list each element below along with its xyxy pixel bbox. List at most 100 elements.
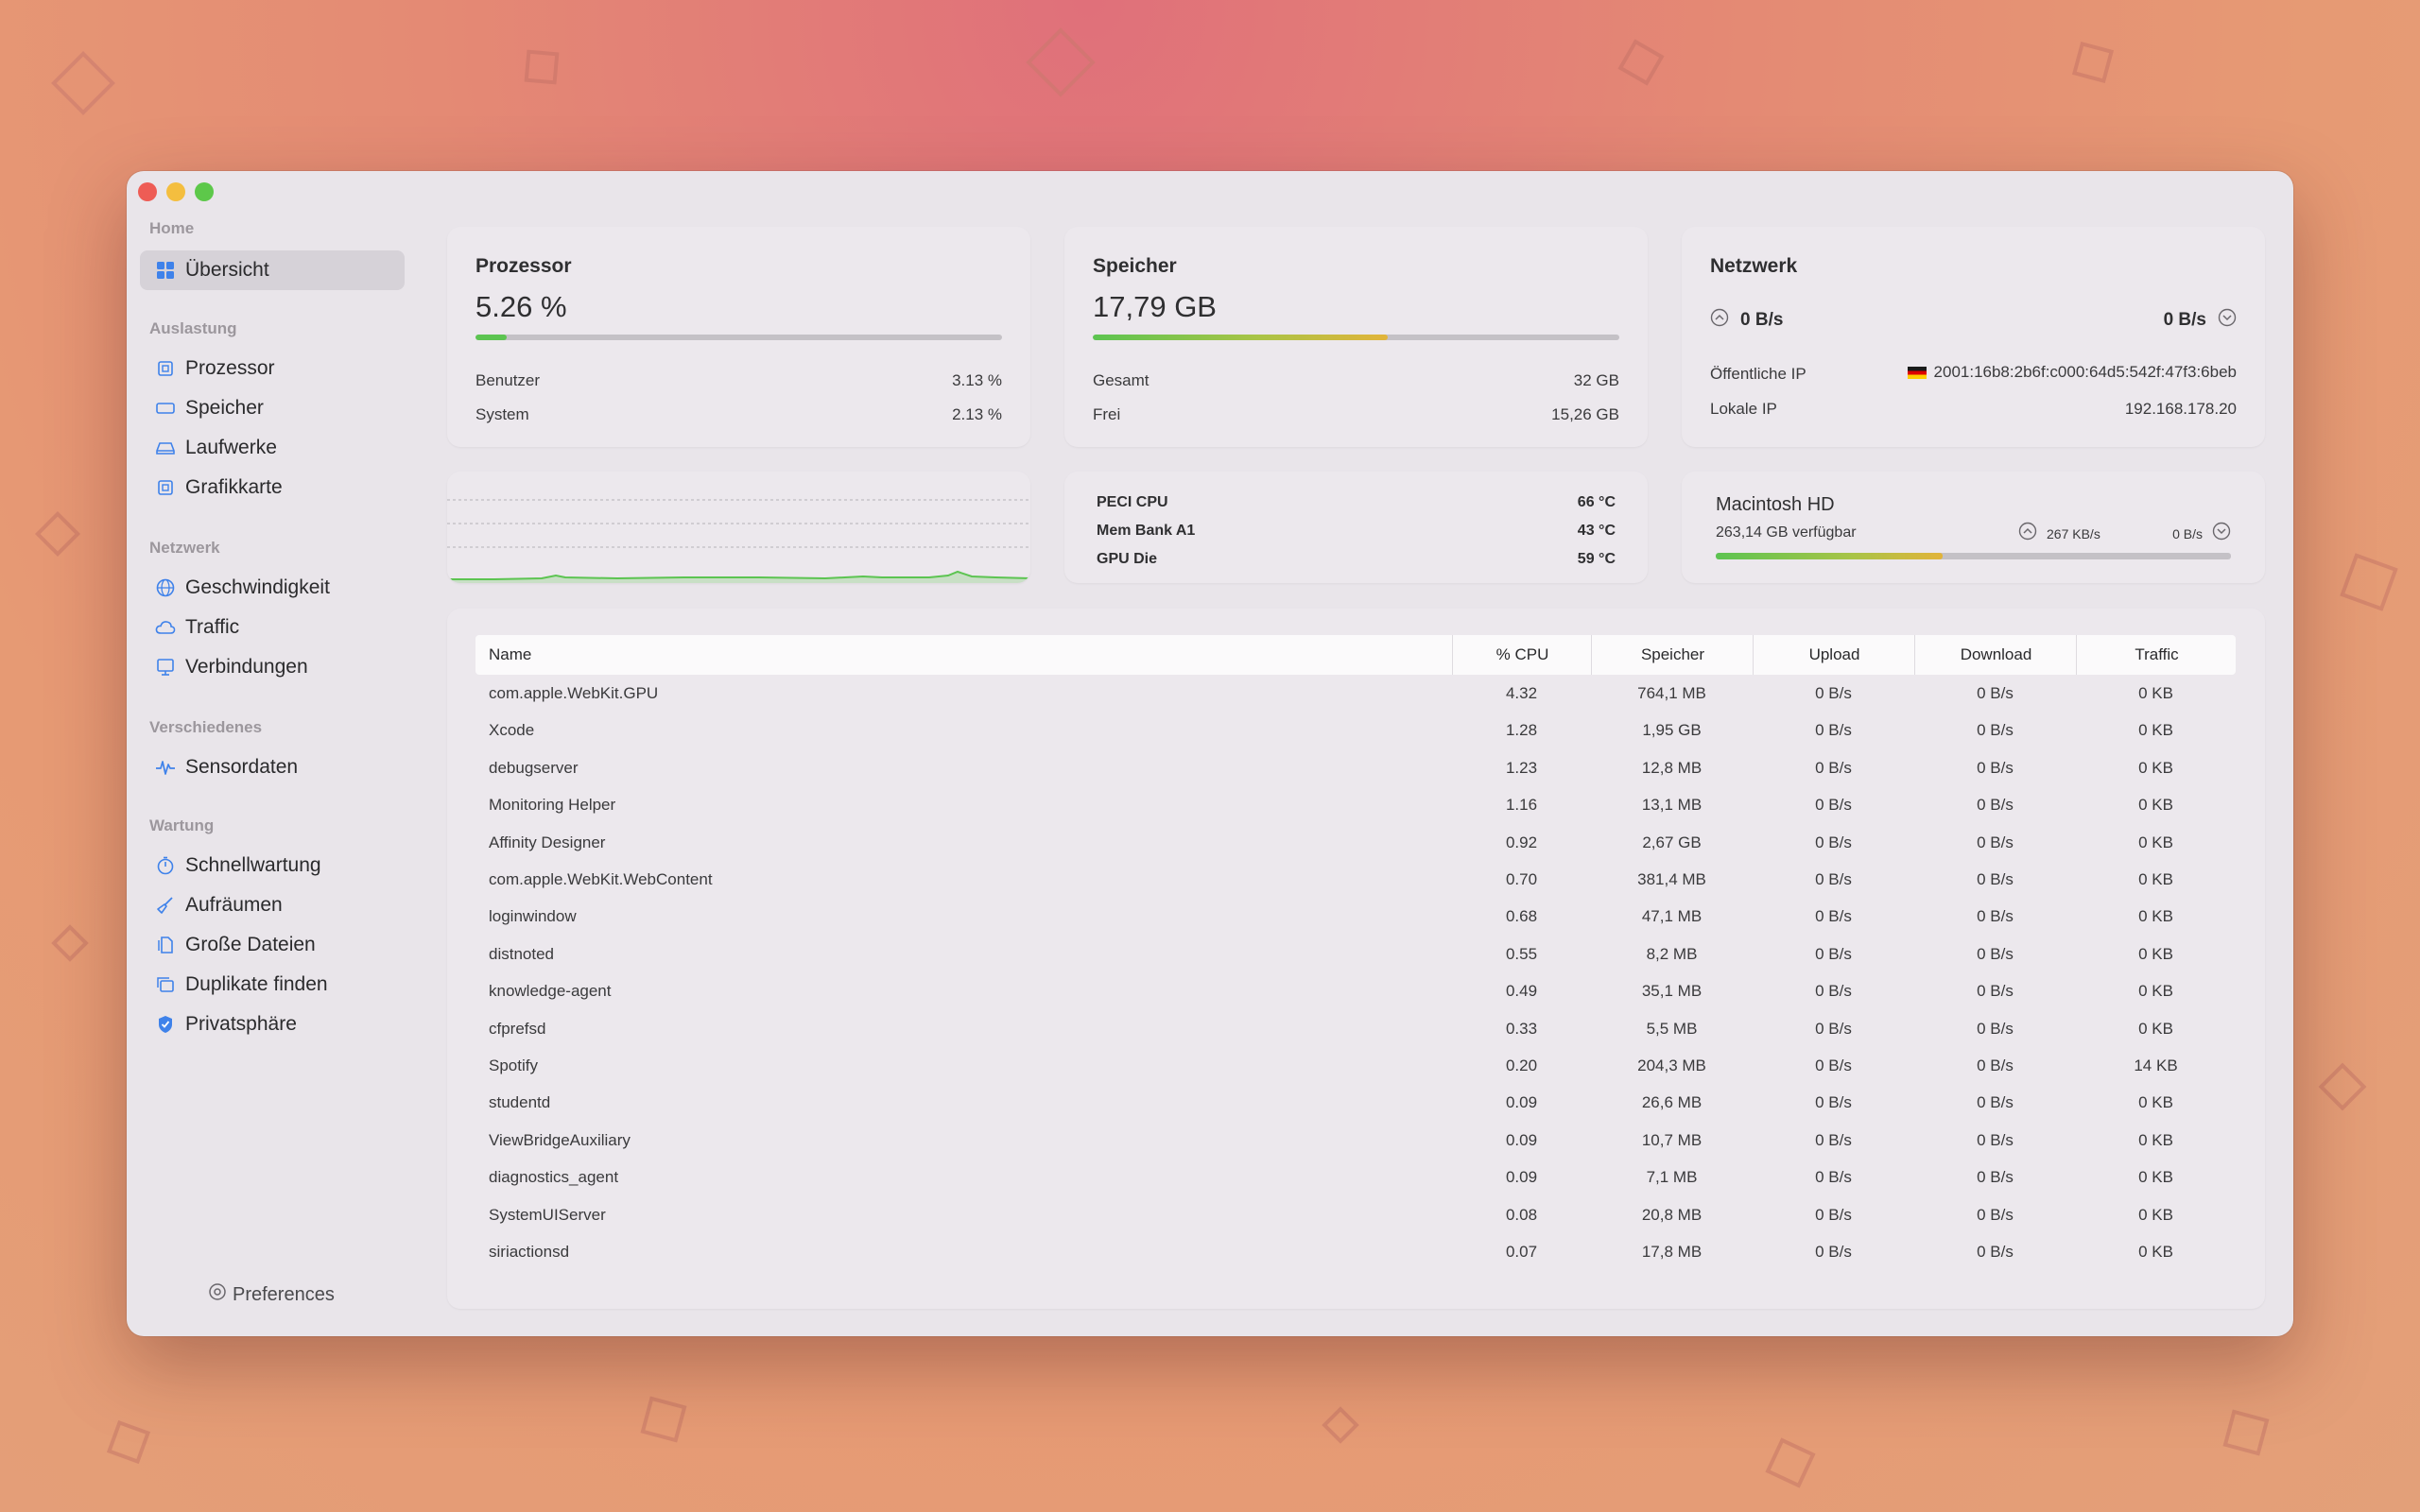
process-memory: 13,1 MB — [1641, 796, 1703, 815]
local-ip-label: Lokale IP — [1710, 400, 1777, 418]
cpu-usage-fill — [475, 335, 508, 340]
process-download: 0 B/s — [1977, 907, 2014, 926]
column-header-memory[interactable]: Speicher — [1591, 635, 1754, 675]
sensor-value: 43 °C — [1577, 523, 1616, 539]
process-name: knowledge-agent — [489, 982, 612, 1001]
background-diamond — [1617, 39, 1665, 86]
arrow-up-circle-icon — [2018, 522, 2037, 545]
sidebar-item-sensordaten[interactable]: Sensordaten — [140, 747, 405, 787]
table-row[interactable]: knowledge-agent 0.49 35,1 MB 0 B/s 0 B/s 0 KB — [475, 972, 2236, 1009]
process-memory: 5,5 MB — [1646, 1019, 1698, 1038]
sidebar-item-traffic[interactable]: Traffic — [140, 608, 405, 647]
sidebar-item-geschwindigkeit[interactable]: Geschwindigkeit — [140, 568, 405, 608]
process-memory: 1,95 GB — [1642, 721, 1702, 740]
arrow-up-circle-icon — [1710, 308, 1729, 332]
sidebar-item-speicher[interactable]: Speicher — [140, 388, 405, 428]
table-row[interactable]: Spotify 0.20 204,3 MB 0 B/s 0 B/s 14 KB — [475, 1047, 2236, 1084]
sidebar-item-grafikkarte[interactable]: Grafikkarte — [140, 468, 405, 507]
table-row[interactable]: com.apple.WebKit.GPU 4.32 764,1 MB 0 B/s 0 B… — [475, 675, 2236, 712]
column-header-download[interactable]: Download — [1914, 635, 2077, 675]
process-name: cfprefsd — [489, 1019, 546, 1038]
process-cpu: 0.33 — [1505, 1019, 1538, 1038]
process-name: Monitoring Helper — [489, 796, 616, 815]
disk-title: Macintosh HD — [1716, 494, 1835, 515]
table-row[interactable]: debugserver 1.23 12,8 MB 0 B/s 0 B/s 0 KB — [475, 749, 2236, 786]
table-row[interactable]: Monitoring Helper 1.16 13,1 MB 0 B/s 0 B/s 0 … — [475, 786, 2236, 823]
network-card[interactable]: Netzwerk 0 B/s 0 B/s Öffentliche IP 2001… — [1682, 227, 2265, 447]
disk-card[interactable]: Macintosh HD 263,14 GB verfügbar 267 KB/… — [1682, 472, 2265, 583]
table-row[interactable]: SystemUIServer 0.08 20,8 MB 0 B/s 0 B/s 0 KB — [475, 1196, 2236, 1233]
sidebar-item-label: Verbindungen — [185, 656, 308, 678]
sidebar-item-label: Grafikkarte — [185, 476, 283, 498]
preferences-button[interactable]: Preferences — [208, 1282, 335, 1307]
process-name: SystemUIServer — [489, 1205, 606, 1224]
process-upload: 0 B/s — [1815, 1093, 1852, 1112]
table-row[interactable]: distnoted 0.55 8,2 MB 0 B/s 0 B/s 0 KB — [475, 936, 2236, 972]
network-upload-value: 0 B/s — [1740, 309, 1784, 330]
process-name: distnoted — [489, 944, 554, 963]
process-cpu: 0.09 — [1505, 1168, 1538, 1187]
background-diamond — [1322, 1406, 1359, 1444]
network-download-value: 0 B/s — [2163, 309, 2206, 330]
process-download: 0 B/s — [1977, 1168, 2014, 1187]
process-traffic: 0 KB — [2138, 796, 2173, 815]
cpu-user-value: 3.13 % — [952, 371, 1002, 389]
sidebar-item-verbindungen[interactable]: Verbindungen — [140, 647, 405, 687]
table-row[interactable]: diagnostics_agent 0.09 7,1 MB 0 B/s 0 B/s 0 K… — [475, 1159, 2236, 1195]
table-header: Name % CPU Speicher Upload Download Traf… — [475, 635, 2236, 675]
column-header-cpu[interactable]: % CPU — [1452, 635, 1592, 675]
sensor-name: Mem Bank A1 — [1097, 523, 1196, 539]
cpu-title: Prozessor — [475, 255, 572, 277]
sidebar-item-prozessor[interactable]: Prozessor — [140, 349, 405, 388]
process-memory: 7,1 MB — [1646, 1168, 1698, 1187]
sidebar-item-uebersicht[interactable]: Übersicht — [140, 250, 405, 290]
sidebar-item-aufraeumen[interactable]: Aufräumen — [140, 885, 405, 925]
local-ip-value[interactable]: 192.168.178.20 — [2125, 400, 2237, 419]
table-row[interactable]: Affinity Designer 0.92 2,67 GB 0 B/s 0 B/s 0 … — [475, 824, 2236, 861]
sidebar-item-privatsphaere[interactable]: Privatsphäre — [140, 1005, 405, 1044]
sensors-card[interactable]: PECI CPU 66 °C Mem Bank A1 43 °C GPU Die… — [1064, 472, 1648, 583]
table-row[interactable]: ViewBridgeAuxiliary 0.09 10,7 MB 0 B/s 0 B/s… — [475, 1122, 2236, 1159]
memory-free-label: Frei — [1093, 405, 1121, 423]
cpu-user-label: Benutzer — [475, 371, 541, 389]
column-header-traffic[interactable]: Traffic — [2076, 635, 2237, 675]
process-download: 0 B/s — [1977, 721, 2014, 740]
sidebar-item-label: Übersicht — [185, 259, 269, 281]
process-cpu: 1.16 — [1505, 796, 1538, 815]
sidebar-item-schnellwartung[interactable]: Schnellwartung — [140, 846, 405, 885]
process-traffic: 0 KB — [2138, 982, 2173, 1001]
sidebar-item-grosse-dateien[interactable]: Große Dateien — [140, 925, 405, 965]
arrow-down-circle-icon — [2218, 308, 2237, 332]
preferences-label: Preferences — [233, 1283, 335, 1305]
sidebar-section-netzwerk: Netzwerk — [149, 539, 220, 557]
public-ip-value[interactable]: 2001:16b8:2b6f:c000:64d5:542f:47f3:6beb — [1934, 363, 2237, 382]
memory-card[interactable]: Speicher 17,79 GB Gesamt 32 GB Frei 15,2… — [1064, 227, 1648, 447]
cpu-system-value: 2.13 % — [952, 405, 1002, 423]
table-row[interactable]: com.apple.WebKit.WebContent 0.70 381,4 MB 0… — [475, 861, 2236, 898]
process-traffic: 0 KB — [2138, 758, 2173, 777]
table-row[interactable]: Xcode 1.28 1,95 GB 0 B/s 0 B/s 0 KB — [475, 712, 2236, 748]
sidebar-item-duplikate-finden[interactable]: Duplikate finden — [140, 965, 405, 1005]
process-cpu: 1.23 — [1505, 758, 1538, 777]
process-upload: 0 B/s — [1815, 796, 1852, 815]
process-cpu: 0.09 — [1505, 1093, 1538, 1112]
cpu-card[interactable]: Prozessor 5.26 % Benutzer 3.13 % System … — [447, 227, 1030, 447]
process-traffic: 0 KB — [2138, 944, 2173, 963]
background-diamond — [640, 1396, 687, 1443]
process-upload: 0 B/s — [1815, 721, 1852, 740]
background-diamond — [51, 51, 115, 115]
sidebar-item-laufwerke[interactable]: Laufwerke — [140, 428, 405, 468]
table-row[interactable]: loginwindow 0.68 47,1 MB 0 B/s 0 B/s 0 KB — [475, 898, 2236, 935]
process-download: 0 B/s — [1977, 944, 2014, 963]
memory-title: Speicher — [1093, 255, 1177, 277]
duplicate-icon — [155, 974, 176, 995]
column-header-upload[interactable]: Upload — [1753, 635, 1915, 675]
process-download: 0 B/s — [1977, 1057, 2014, 1074]
sidebar-item-label: Traffic — [185, 616, 240, 638]
process-traffic: 0 KB — [2138, 833, 2173, 851]
process-memory: 10,7 MB — [1641, 1130, 1703, 1149]
table-row[interactable]: siriactionsd 0.07 17,8 MB 0 B/s 0 B/s 0 KB — [475, 1233, 2236, 1270]
column-header-name[interactable]: Name — [475, 635, 1452, 675]
table-row[interactable]: studentd 0.09 26,6 MB 0 B/s 0 B/s 0 KB — [475, 1084, 2236, 1121]
table-row[interactable]: cfprefsd 0.33 5,5 MB 0 B/s 0 B/s 0 KB — [475, 1010, 2236, 1047]
